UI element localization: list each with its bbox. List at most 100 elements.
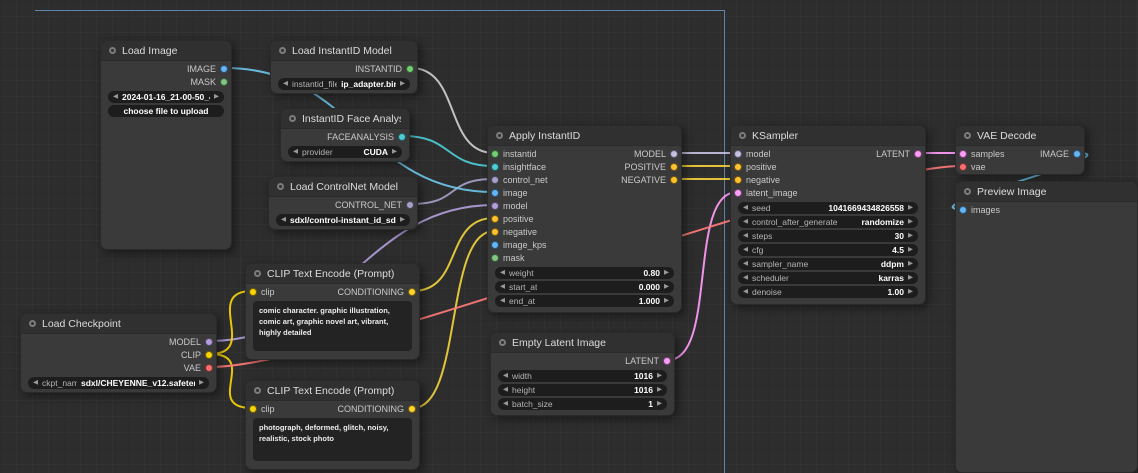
output-slot-IMAGE[interactable]: IMAGE: [187, 63, 228, 75]
input-dot-clip[interactable]: [249, 405, 257, 413]
widget-height[interactable]: ◀height1016▶: [498, 384, 667, 396]
input-slot-clip[interactable]: clip: [249, 286, 275, 298]
input-slot-positive[interactable]: positive: [491, 213, 534, 225]
widget-scheduler[interactable]: ◀schedulerkarras▶: [738, 272, 918, 284]
decrement-arrow-icon[interactable]: ◀: [293, 146, 298, 158]
input-dot-samples[interactable]: [959, 150, 967, 158]
widget-instantid_file[interactable]: ◀instantid_fileip_adapter.bin▶: [278, 78, 410, 90]
prompt-textarea[interactable]: comic character. graphic illustration, c…: [253, 301, 412, 351]
node-title-bar[interactable]: CLIP Text Encode (Prompt): [246, 381, 419, 401]
input-slot-negative[interactable]: negative: [491, 226, 537, 238]
output-slot-IMAGE[interactable]: IMAGE: [1040, 148, 1081, 160]
output-dot-LATENT[interactable]: [914, 150, 922, 158]
output-dot-FACEANALYSIS[interactable]: [398, 133, 406, 141]
node-title-bar[interactable]: KSampler: [731, 126, 925, 146]
decrement-arrow-icon[interactable]: ◀: [500, 281, 505, 293]
collapse-dot-icon[interactable]: [499, 339, 506, 346]
output-dot-LATENT[interactable]: [663, 357, 671, 365]
widget-ckpt_name[interactable]: ◀ckpt_namesdxl/CHEYENNE_v12.safetensors▶: [28, 377, 209, 389]
decrement-arrow-icon[interactable]: ◀: [743, 202, 748, 214]
output-dot-MODEL[interactable]: [205, 338, 213, 346]
input-slot-image_kps[interactable]: image_kps: [491, 239, 547, 251]
output-slot-INSTANTID[interactable]: INSTANTID: [355, 63, 414, 75]
output-dot-CONDITIONING[interactable]: [408, 405, 416, 413]
input-dot-image_kps[interactable]: [491, 241, 499, 249]
input-slot-mask[interactable]: mask: [491, 252, 525, 264]
decrement-arrow-icon[interactable]: ◀: [283, 78, 288, 90]
decrement-arrow-icon[interactable]: ◀: [503, 398, 508, 410]
increment-arrow-icon[interactable]: ▶: [908, 286, 913, 298]
node-title-bar[interactable]: VAE Decode: [956, 126, 1084, 146]
input-dot-negative[interactable]: [734, 176, 742, 184]
increment-arrow-icon[interactable]: ▶: [657, 370, 662, 382]
input-dot-positive[interactable]: [734, 163, 742, 171]
node-load-checkpoint[interactable]: Load CheckpointMODELCLIPVAE◀ckpt_namesdx…: [20, 313, 217, 393]
decrement-arrow-icon[interactable]: ◀: [743, 230, 748, 242]
output-slot-LATENT[interactable]: LATENT: [876, 148, 922, 160]
input-slot-model[interactable]: model: [734, 148, 771, 160]
widget-batch_size[interactable]: ◀batch_size1▶: [498, 398, 667, 410]
input-slot-model[interactable]: model: [491, 200, 528, 212]
input-dot-latent_image[interactable]: [734, 189, 742, 197]
upload-button[interactable]: choose file to upload: [108, 105, 224, 117]
widget-control_after_generate[interactable]: ◀control_after_generaterandomize▶: [738, 216, 918, 228]
node-title-bar[interactable]: Preview Image: [956, 182, 1137, 202]
increment-arrow-icon[interactable]: ▶: [657, 398, 662, 410]
collapse-dot-icon[interactable]: [739, 132, 746, 139]
output-slot-MODEL[interactable]: MODEL: [634, 148, 678, 160]
decrement-arrow-icon[interactable]: ◀: [500, 267, 505, 279]
node-ksampler[interactable]: KSampler modelpositivenegativelatent_imag…: [730, 125, 926, 305]
collapse-dot-icon[interactable]: [964, 132, 971, 139]
collapse-dot-icon[interactable]: [254, 387, 261, 394]
widget-provider[interactable]: ◀providerCUDA▶: [288, 146, 402, 158]
increment-arrow-icon[interactable]: ▶: [908, 230, 913, 242]
output-dot-CONTROL_NET[interactable]: [406, 201, 414, 209]
input-dot-control_net[interactable]: [491, 176, 499, 184]
output-dot-MASK[interactable]: [220, 78, 228, 86]
input-slot-positive[interactable]: positive: [734, 161, 777, 173]
output-dot-MODEL[interactable]: [670, 150, 678, 158]
output-dot-IMAGE[interactable]: [220, 65, 228, 73]
input-slot-negative[interactable]: negative: [734, 174, 780, 186]
input-dot-insightface[interactable]: [491, 163, 499, 171]
decrement-arrow-icon[interactable]: ◀: [500, 295, 505, 307]
node-preview-image[interactable]: Preview Imageimages: [955, 181, 1138, 473]
node-title-bar[interactable]: Empty Latent Image: [491, 333, 674, 353]
collapse-dot-icon[interactable]: [279, 47, 286, 54]
increment-arrow-icon[interactable]: ▶: [400, 214, 405, 226]
node-title-bar[interactable]: InstantID Face Analysis: [281, 109, 409, 129]
output-dot-POSITIVE[interactable]: [670, 163, 678, 171]
input-dot-mask[interactable]: [491, 254, 499, 262]
increment-arrow-icon[interactable]: ▶: [664, 267, 669, 279]
node-title-bar[interactable]: Load Image: [101, 41, 231, 61]
output-slot-CONDITIONING[interactable]: CONDITIONING: [338, 286, 417, 298]
node-title-bar[interactable]: Load ControlNet Model: [269, 177, 417, 197]
input-dot-positive[interactable]: [491, 215, 499, 223]
output-dot-CLIP[interactable]: [205, 351, 213, 359]
input-slot-latent_image[interactable]: latent_image: [734, 187, 798, 199]
increment-arrow-icon[interactable]: ▶: [908, 216, 913, 228]
widget-value[interactable]: ◀2024-01-16_21-00-50_4377 (1).png▶: [108, 91, 224, 103]
increment-arrow-icon[interactable]: ▶: [664, 295, 669, 307]
collapse-dot-icon[interactable]: [289, 115, 296, 122]
decrement-arrow-icon[interactable]: ◀: [33, 377, 38, 389]
collapse-dot-icon[interactable]: [254, 270, 261, 277]
input-dot-model[interactable]: [734, 150, 742, 158]
collapse-dot-icon[interactable]: [964, 188, 971, 195]
node-vae-decode[interactable]: VAE DecodesamplesvaeIMAGE: [955, 125, 1085, 175]
output-dot-INSTANTID[interactable]: [406, 65, 414, 73]
increment-arrow-icon[interactable]: ▶: [400, 78, 405, 90]
node-graph-canvas[interactable]: Load ImageIMAGEMASK◀2024-01-16_21-00-50_…: [0, 0, 1138, 473]
collapse-dot-icon[interactable]: [277, 183, 284, 190]
input-dot-clip[interactable]: [249, 288, 257, 296]
increment-arrow-icon[interactable]: ▶: [657, 384, 662, 396]
widget-denoise[interactable]: ◀denoise1.00▶: [738, 286, 918, 298]
increment-arrow-icon[interactable]: ▶: [908, 272, 913, 284]
widget-width[interactable]: ◀width1016▶: [498, 370, 667, 382]
increment-arrow-icon[interactable]: ▶: [908, 258, 913, 270]
widget-sampler_name[interactable]: ◀sampler_nameddpm▶: [738, 258, 918, 270]
increment-arrow-icon[interactable]: ▶: [908, 244, 913, 256]
widget-steps[interactable]: ◀steps30▶: [738, 230, 918, 242]
widget-weight[interactable]: ◀weight0.80▶: [495, 267, 674, 279]
widget-start_at[interactable]: ◀start_at0.000▶: [495, 281, 674, 293]
